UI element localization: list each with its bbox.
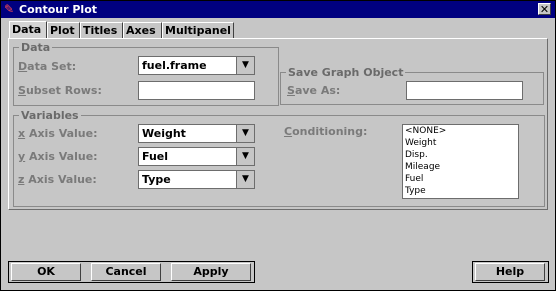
conditioning-label: Conditioning:	[284, 125, 368, 138]
subset-rows-input[interactable]	[138, 81, 255, 100]
chevron-down-icon[interactable]: ▼	[236, 148, 254, 165]
cancel-button[interactable]: Cancel	[91, 263, 161, 281]
tab-panel-data: Data Data Set: fuel.frame ▼ Subset Rows:…	[8, 38, 548, 210]
data-set-value: fuel.frame	[142, 59, 207, 72]
close-icon[interactable]: ✕	[538, 3, 551, 16]
data-group: Data Data Set: fuel.frame ▼ Subset Rows:	[13, 41, 279, 106]
x-axis-dropdown[interactable]: Weight ▼	[138, 124, 255, 143]
ok-button[interactable]: OK	[11, 263, 81, 281]
data-set-dropdown[interactable]: fuel.frame ▼	[138, 56, 255, 75]
subset-rows-label: Subset Rows:	[18, 84, 102, 97]
tab-data[interactable]: Data	[9, 21, 47, 39]
variables-group-title: Variables	[19, 109, 81, 122]
y-axis-dropdown[interactable]: Fuel ▼	[138, 147, 255, 166]
data-set-label: Data Set:	[18, 60, 77, 73]
tab-multipanel[interactable]: Multipanel	[162, 22, 234, 38]
list-item[interactable]: Fuel	[403, 173, 518, 185]
variables-group: Variables x Axis Value: Weight ▼ y Axis …	[13, 109, 545, 207]
app-icon: ✎	[4, 2, 15, 16]
list-item[interactable]: Weight	[403, 137, 518, 149]
z-axis-dropdown[interactable]: Type ▼	[138, 170, 255, 189]
chevron-down-icon[interactable]: ▼	[236, 57, 254, 74]
list-item[interactable]: Disp.	[403, 149, 518, 161]
contour-plot-dialog: ✎ Contour Plot ✕ Data Plot Titles Axes M…	[0, 0, 556, 291]
help-button[interactable]: Help	[475, 263, 545, 281]
z-axis-label: z Axis Value:	[18, 173, 97, 186]
list-item[interactable]: <NONE>	[403, 125, 518, 137]
chevron-down-icon[interactable]: ▼	[236, 125, 254, 142]
y-axis-label: y Axis Value:	[18, 150, 98, 163]
tab-axes[interactable]: Axes	[123, 22, 162, 38]
data-group-title: Data	[19, 41, 53, 54]
tab-plot[interactable]: Plot	[47, 22, 80, 38]
x-axis-label: x Axis Value:	[18, 127, 98, 140]
save-as-input[interactable]	[406, 81, 523, 100]
title-bar: ✎ Contour Plot ✕	[1, 1, 555, 18]
tab-titles[interactable]: Titles	[80, 22, 123, 38]
chevron-down-icon[interactable]: ▼	[236, 171, 254, 188]
list-item[interactable]: Type	[403, 185, 518, 197]
save-group-title: Save Graph Object	[286, 66, 406, 79]
save-as-label: Save As:	[287, 84, 341, 97]
window-title: Contour Plot	[19, 3, 98, 16]
save-graph-object-group: Save Graph Object Save As:	[280, 66, 544, 105]
apply-button[interactable]: Apply	[171, 263, 251, 281]
conditioning-listbox[interactable]: <NONE> Weight Disp. Mileage Fuel Type	[402, 124, 519, 199]
list-item[interactable]: Mileage	[403, 161, 518, 173]
